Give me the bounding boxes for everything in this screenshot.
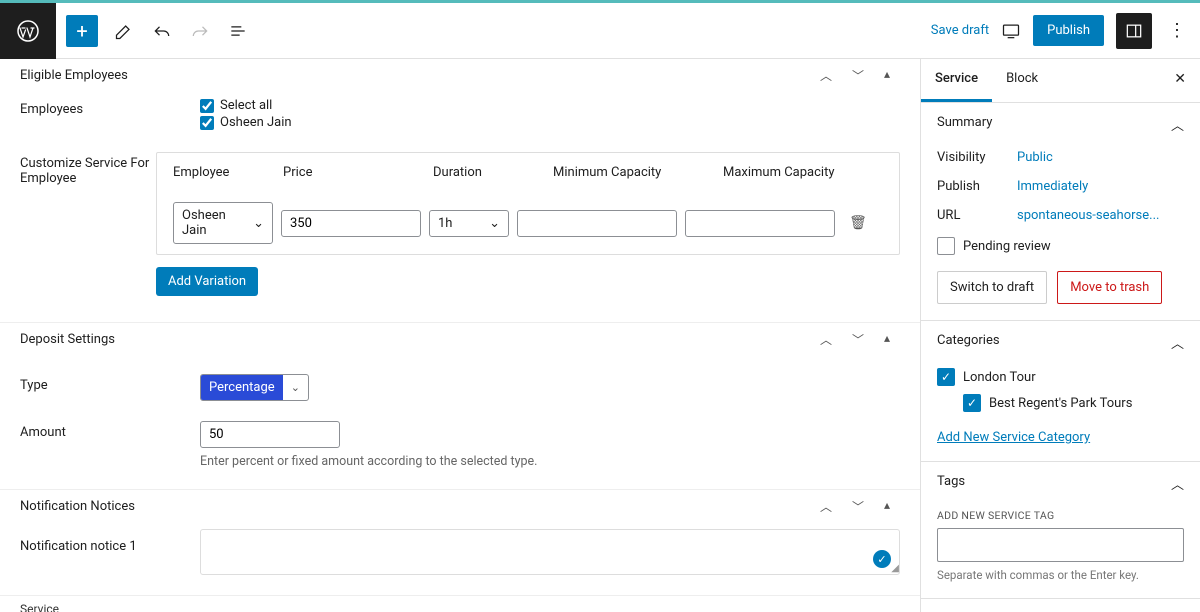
sort-up-icon[interactable]: ▴ [884, 331, 890, 348]
tag-input[interactable] [937, 528, 1184, 562]
preview-icon[interactable] [1001, 21, 1021, 41]
delete-row-icon[interactable]: 🗑 [843, 215, 873, 231]
add-variation-button[interactable]: Add Variation [156, 267, 258, 296]
chevron-up-icon: ︿ [1171, 333, 1184, 352]
expand-down-icon[interactable]: ﹀ [852, 67, 864, 84]
section-title: Eligible Employees [20, 68, 128, 83]
sort-up-icon[interactable]: ▴ [884, 498, 890, 515]
publish-time-link[interactable]: Immediately [1017, 179, 1088, 194]
employee-checkbox[interactable] [200, 116, 214, 130]
top-toolbar: + Save draft Publish ⋮ [0, 3, 1200, 59]
notification-textarea[interactable]: ✓ ◢ [200, 529, 900, 575]
chevron-up-icon: ︿ [1171, 115, 1184, 134]
expand-down-icon[interactable]: ﹀ [852, 331, 864, 348]
collapse-up-icon[interactable]: ︿ [820, 67, 832, 84]
eligible-employees-header[interactable]: Eligible Employees ︿ ﹀ ▴ [0, 59, 920, 92]
categories-section-header[interactable]: Categories︿ [921, 321, 1200, 364]
undo-icon[interactable] [152, 21, 172, 41]
notification-1-label: Notification notice 1 [20, 529, 200, 554]
chevron-down-icon: ⌄ [489, 216, 500, 231]
customize-label: Customize Service For Employee [20, 152, 156, 186]
switch-to-draft-button[interactable]: Switch to draft [937, 271, 1047, 304]
verified-check-icon: ✓ [873, 550, 891, 568]
expand-down-icon[interactable]: ﹀ [852, 498, 864, 515]
add-tag-label: ADD NEW SERVICE TAG [937, 509, 1184, 522]
min-capacity-input[interactable] [517, 210, 677, 237]
select-all-checkbox[interactable] [200, 99, 214, 113]
employees-label: Employees [20, 98, 200, 132]
max-capacity-input[interactable] [685, 210, 835, 237]
col-duration: Duration [433, 165, 543, 180]
pending-review-checkbox[interactable] [937, 237, 955, 255]
table-row: Osheen Jain⌄ 1h⌄ 🗑 [157, 192, 899, 254]
publish-button[interactable]: Publish [1033, 15, 1104, 46]
amount-hint: Enter percent or fixed amount according … [200, 454, 900, 469]
edit-icon[interactable] [114, 21, 134, 41]
chevron-down-icon: ⌄ [283, 375, 308, 400]
redo-icon[interactable] [190, 21, 210, 41]
employee-select[interactable]: Osheen Jain⌄ [173, 202, 273, 244]
editor-area: Eligible Employees ︿ ﹀ ▴ Employees Selec… [0, 59, 920, 612]
settings-sidebar: Service Block ✕ Summary︿ VisibilityPubli… [920, 59, 1200, 612]
collapse-up-icon[interactable]: ︿ [820, 331, 832, 348]
duration-select[interactable]: 1h⌄ [429, 210, 509, 237]
summary-section-header[interactable]: Summary︿ [921, 103, 1200, 146]
list-view-icon[interactable] [228, 21, 248, 41]
visibility-link[interactable]: Public [1017, 150, 1053, 165]
save-draft-link[interactable]: Save draft [931, 23, 989, 38]
close-sidebar-icon[interactable]: ✕ [1160, 59, 1200, 102]
url-link[interactable]: spontaneous-seahorse... [1017, 208, 1159, 223]
chevron-down-icon: ⌄ [253, 216, 264, 231]
more-options-icon[interactable]: ⋮ [1164, 20, 1190, 41]
employee-variation-table: Employee Price Duration Minimum Capacity… [156, 152, 900, 255]
type-label: Type [20, 374, 200, 401]
tab-block[interactable]: Block [992, 59, 1052, 102]
amount-label: Amount [20, 421, 200, 469]
collapse-up-icon[interactable]: ︿ [820, 498, 832, 515]
category-checkbox[interactable]: ✓ [937, 368, 955, 386]
tag-hint: Separate with commas or the Enter key. [937, 568, 1184, 582]
move-to-trash-button[interactable]: Move to trash [1057, 271, 1162, 304]
sort-up-icon[interactable]: ▴ [884, 67, 890, 84]
resize-handle-icon[interactable]: ◢ [891, 563, 899, 574]
chevron-up-icon: ︿ [1171, 474, 1184, 493]
category-checkbox[interactable]: ✓ [963, 394, 981, 412]
sidebar-toggle-button[interactable] [1116, 13, 1152, 49]
price-input[interactable] [281, 210, 421, 237]
col-employee: Employee [173, 165, 273, 180]
deposit-settings-header[interactable]: Deposit Settings ︿ ﹀ ▴ [0, 322, 920, 356]
notification-notices-header[interactable]: Notification Notices ︿ ﹀ ▴ [0, 489, 920, 523]
tags-section-header[interactable]: Tags︿ [921, 462, 1200, 505]
wordpress-logo[interactable] [0, 3, 56, 59]
col-max-cap: Maximum Capacity [723, 165, 883, 180]
add-block-button[interactable]: + [66, 15, 98, 47]
type-select[interactable]: Percentage ⌄ [200, 374, 309, 401]
col-min-cap: Minimum Capacity [553, 165, 713, 180]
col-price: Price [283, 165, 423, 180]
tab-service[interactable]: Service [921, 59, 992, 102]
add-category-link[interactable]: Add New Service Category [937, 430, 1090, 445]
bottom-service-tab[interactable]: Service [0, 595, 920, 612]
amount-input[interactable] [200, 421, 340, 448]
